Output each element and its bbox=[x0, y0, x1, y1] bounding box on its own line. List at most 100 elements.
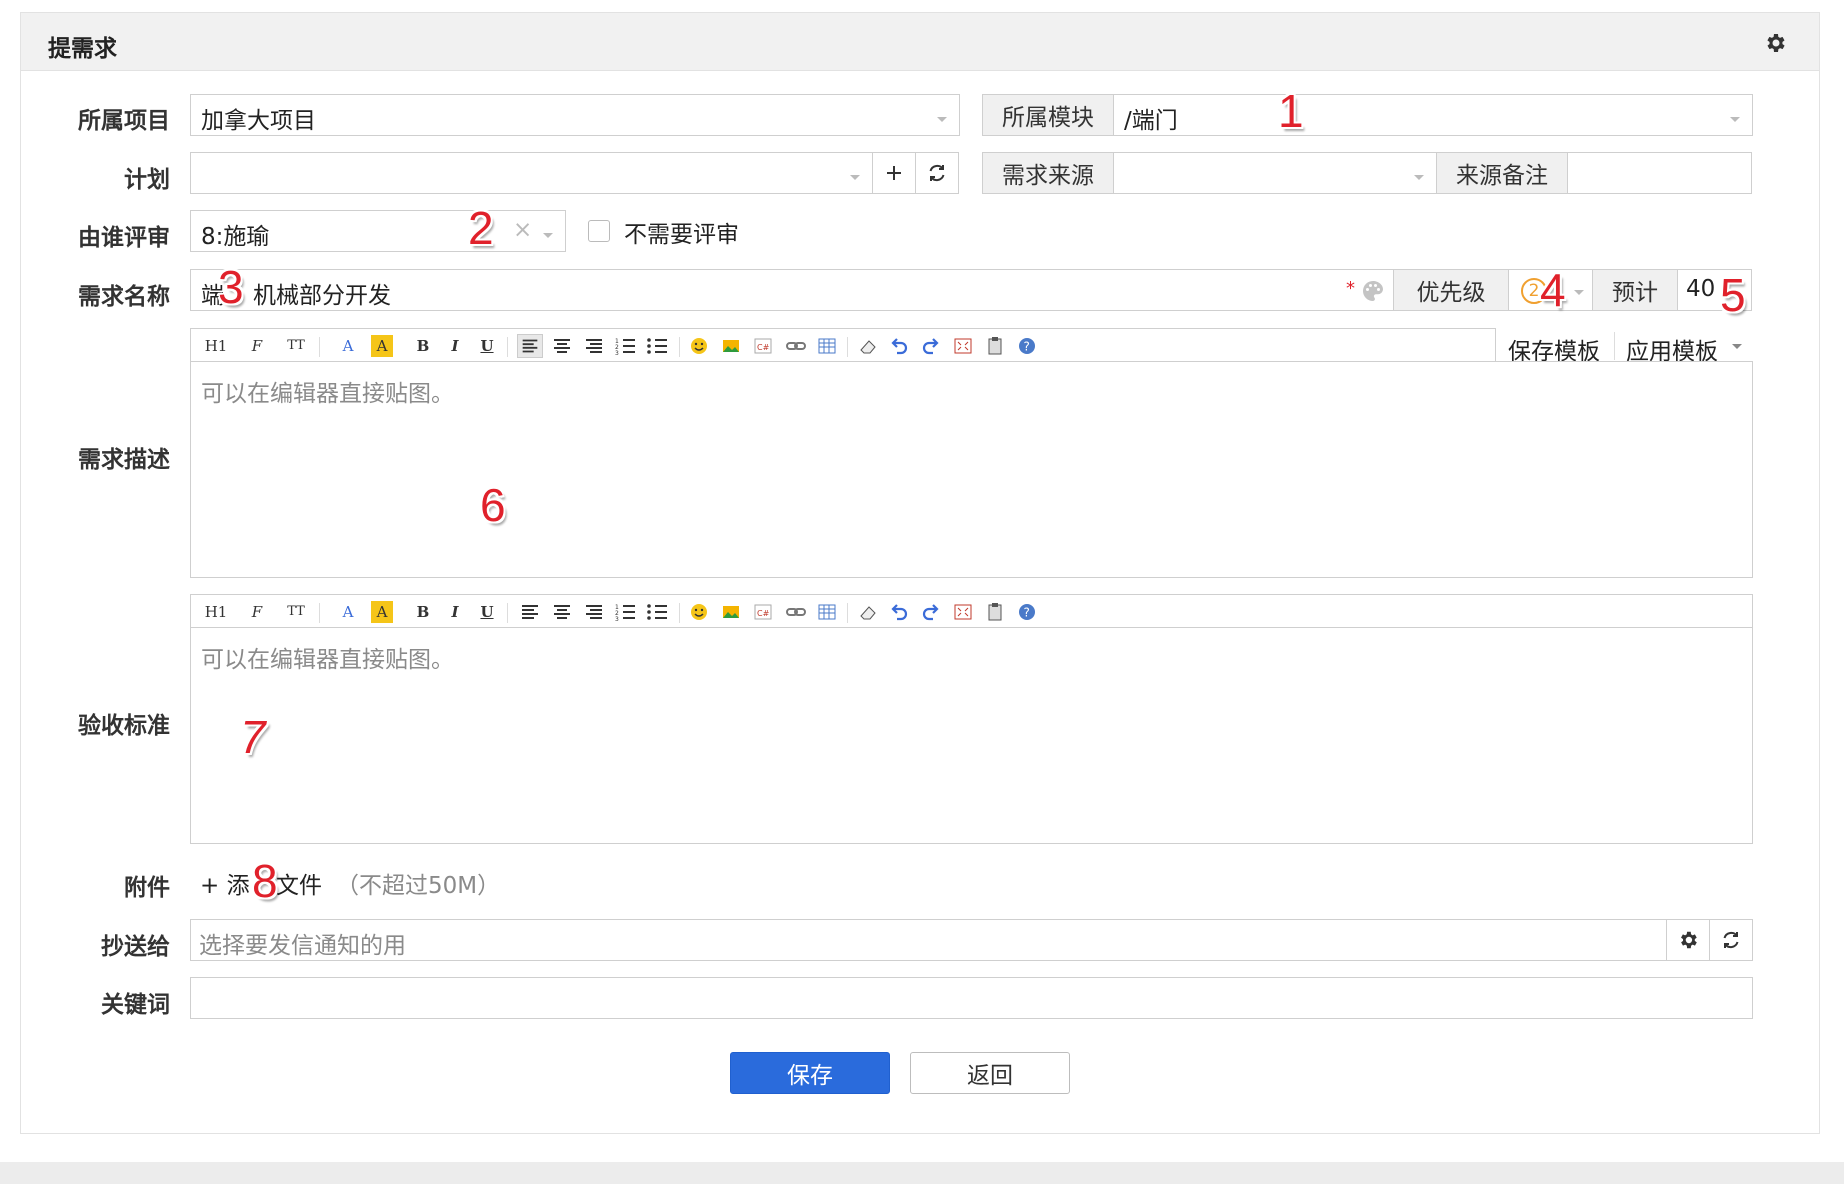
no-review-checkbox[interactable] bbox=[588, 220, 610, 242]
marker-7: 7 bbox=[240, 711, 266, 763]
emoji-icon[interactable] bbox=[689, 336, 709, 356]
toolbar-divider bbox=[679, 337, 680, 357]
plus-icon bbox=[887, 166, 901, 180]
undo-icon[interactable] bbox=[889, 336, 909, 356]
save-button[interactable]: 保存 bbox=[730, 1052, 890, 1094]
chevron-down-icon bbox=[1732, 344, 1742, 349]
align-center-icon[interactable] bbox=[549, 601, 575, 623]
code-icon[interactable]: C# bbox=[753, 336, 773, 356]
toolbar-divider bbox=[507, 603, 508, 623]
emoji-icon[interactable] bbox=[689, 602, 709, 622]
table-icon[interactable] bbox=[817, 336, 837, 356]
cc-settings-button[interactable] bbox=[1666, 919, 1710, 961]
highlight-button[interactable]: A bbox=[371, 601, 393, 623]
redo-icon[interactable] bbox=[921, 602, 941, 622]
required-mark: * bbox=[1346, 278, 1355, 299]
heading-button[interactable]: H1 bbox=[201, 335, 231, 357]
module-select[interactable]: /端门 bbox=[1113, 94, 1753, 136]
bold-button[interactable]: B bbox=[413, 335, 433, 357]
back-button[interactable]: 返回 bbox=[910, 1052, 1070, 1094]
font-color-button[interactable]: A bbox=[337, 335, 359, 357]
plan-select[interactable] bbox=[190, 152, 873, 194]
table-icon[interactable] bbox=[817, 602, 837, 622]
help-icon[interactable]: ? bbox=[1017, 336, 1037, 356]
reviewer-select[interactable]: 8:施瑜 × bbox=[190, 210, 566, 252]
add-file-button-suffix[interactable]: 文件 bbox=[276, 866, 322, 900]
acceptance-label: 验收标准 bbox=[78, 713, 170, 739]
eraser-icon[interactable] bbox=[857, 336, 879, 356]
image-icon[interactable] bbox=[721, 602, 741, 622]
source-note-input[interactable] bbox=[1567, 152, 1752, 194]
link-icon[interactable] bbox=[785, 336, 807, 356]
acceptance-placeholder: 可以在编辑器直接贴图。 bbox=[201, 647, 454, 673]
font-family-button[interactable]: F bbox=[245, 601, 269, 623]
acceptance-editor[interactable]: 可以在编辑器直接贴图。 bbox=[190, 627, 1753, 844]
ordered-list-icon[interactable]: 123 bbox=[613, 601, 639, 623]
ordered-list-icon[interactable]: 123 bbox=[613, 335, 639, 357]
redo-icon[interactable] bbox=[921, 336, 941, 356]
font-size-button[interactable]: TT bbox=[283, 601, 309, 623]
marker-2: 2 bbox=[468, 202, 494, 254]
italic-button[interactable]: I bbox=[445, 601, 465, 623]
add-file-button-prefix[interactable]: + 添 bbox=[200, 866, 250, 900]
font-color-button[interactable]: A bbox=[337, 601, 359, 623]
project-select[interactable]: 加拿大项目 bbox=[190, 94, 960, 136]
svg-text:?: ? bbox=[1024, 606, 1030, 620]
eraser-icon[interactable] bbox=[857, 602, 879, 622]
marker-1: 1 bbox=[1278, 85, 1304, 137]
bold-button[interactable]: B bbox=[413, 601, 433, 623]
description-label: 需求描述 bbox=[78, 447, 170, 473]
align-right-icon[interactable] bbox=[581, 335, 607, 357]
no-review-label: 不需要评审 bbox=[624, 222, 739, 248]
cc-refresh-button[interactable] bbox=[1709, 919, 1753, 961]
paste-icon[interactable] bbox=[985, 602, 1005, 622]
underline-button[interactable]: U bbox=[477, 601, 497, 623]
align-right-icon[interactable] bbox=[581, 601, 607, 623]
story-name-input[interactable]: 端 机械部分开发 * bbox=[190, 269, 1394, 311]
cc-input[interactable]: 选择要发信通知的用 bbox=[190, 919, 1667, 961]
align-left-icon[interactable] bbox=[517, 334, 543, 358]
module-value: /端门 bbox=[1124, 108, 1178, 134]
source-note-label: 来源备注 bbox=[1436, 152, 1568, 194]
image-icon[interactable] bbox=[721, 336, 741, 356]
svg-text:?: ? bbox=[1024, 340, 1030, 354]
add-plan-button[interactable] bbox=[872, 152, 916, 194]
marker-5: 5 bbox=[1720, 269, 1746, 321]
fullscreen-icon[interactable] bbox=[953, 336, 973, 356]
attachment-label: 附件 bbox=[124, 875, 170, 901]
heading-button[interactable]: H1 bbox=[201, 601, 231, 623]
fullscreen-icon[interactable] bbox=[953, 602, 973, 622]
help-icon[interactable]: ? bbox=[1017, 602, 1037, 622]
refresh-icon bbox=[1723, 932, 1739, 948]
clear-icon[interactable]: × bbox=[513, 217, 532, 243]
undo-icon[interactable] bbox=[889, 602, 909, 622]
panel-header: 提需求 bbox=[21, 13, 1819, 71]
font-family-button[interactable]: F bbox=[245, 335, 269, 357]
chevron-down-icon bbox=[1574, 290, 1584, 295]
page-title: 提需求 bbox=[48, 36, 117, 62]
estimate-value: 40 bbox=[1686, 276, 1716, 302]
font-size-button[interactable]: TT bbox=[283, 335, 309, 357]
gear-icon[interactable] bbox=[1763, 31, 1787, 55]
project-label: 所属项目 bbox=[78, 108, 170, 134]
keywords-input[interactable] bbox=[190, 977, 1753, 1019]
reviewer-label: 由谁评审 bbox=[78, 225, 170, 251]
source-select[interactable] bbox=[1113, 152, 1437, 194]
paste-icon[interactable] bbox=[985, 336, 1005, 356]
keywords-label: 关键词 bbox=[101, 992, 170, 1018]
palette-icon[interactable] bbox=[1361, 279, 1385, 303]
toolbar-divider bbox=[679, 603, 680, 623]
marker-4: 4 bbox=[1540, 264, 1566, 316]
code-icon[interactable]: C# bbox=[753, 602, 773, 622]
align-left-icon[interactable] bbox=[517, 601, 543, 623]
bullet-list-icon[interactable] bbox=[645, 335, 671, 357]
bullet-list-icon[interactable] bbox=[645, 601, 671, 623]
chevron-down-icon bbox=[543, 233, 553, 238]
highlight-button[interactable]: A bbox=[371, 335, 393, 357]
align-center-icon[interactable] bbox=[549, 335, 575, 357]
italic-button[interactable]: I bbox=[445, 335, 465, 357]
underline-button[interactable]: U bbox=[477, 335, 497, 357]
link-icon[interactable] bbox=[785, 602, 807, 622]
description-editor[interactable]: 可以在编辑器直接贴图。 bbox=[190, 361, 1753, 578]
refresh-plan-button[interactable] bbox=[915, 152, 959, 194]
